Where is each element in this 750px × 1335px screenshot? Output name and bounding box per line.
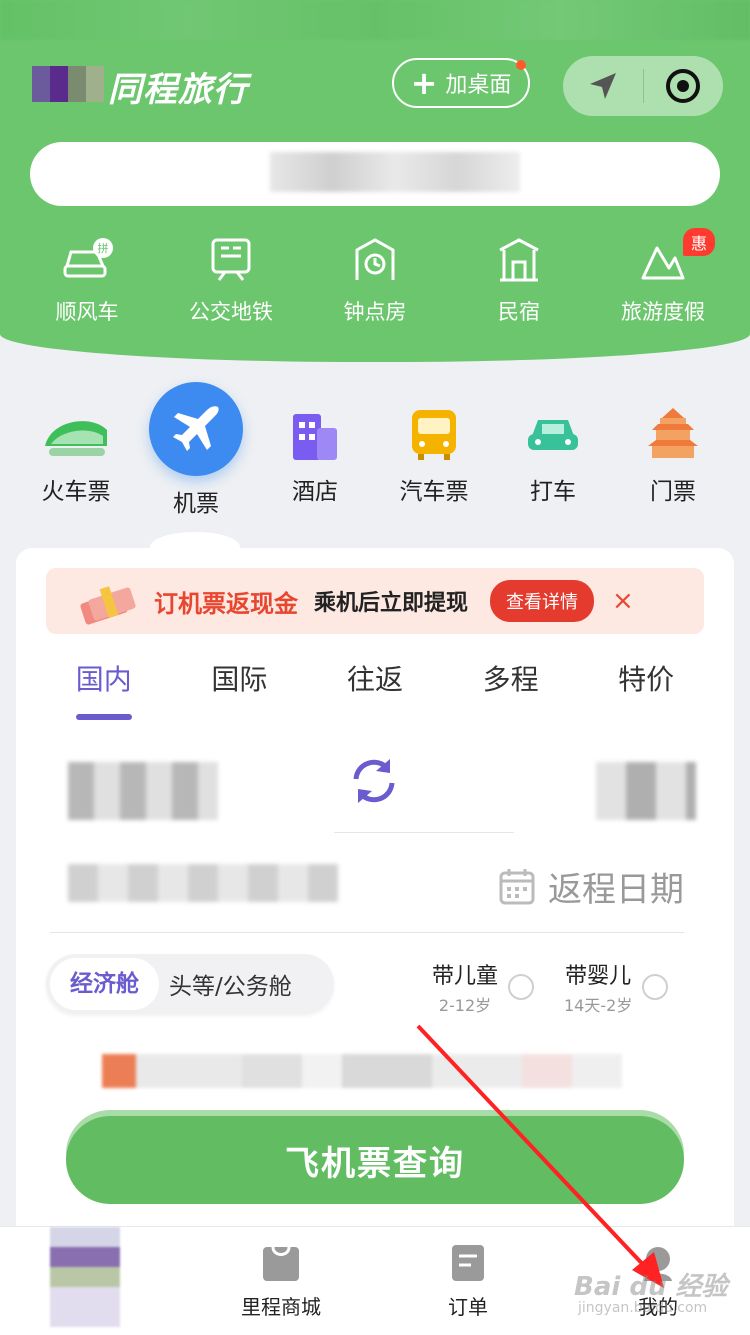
promo-title: 订机票返现金 <box>154 589 298 618</box>
nav-orders[interactable]: 订单 <box>408 1241 528 1320</box>
flight-search-button[interactable]: 飞机票查询 <box>66 1116 684 1204</box>
bus-metro-icon <box>211 238 251 281</box>
departure-date-field[interactable] <box>68 864 338 902</box>
carpool-icon: 拼 <box>63 238 113 278</box>
date-row: 返程日期 <box>16 848 734 928</box>
watermark-url: jingyan.baidu.com <box>578 1300 708 1316</box>
calendar-icon <box>499 868 535 904</box>
service-label: 民宿 <box>498 300 540 324</box>
location-arrow-icon <box>589 73 616 99</box>
infant-label: 带婴儿 <box>565 964 632 989</box>
flight-search-card: 订机票返现金 乘机后立即提现 查看详情 × 国内 国际 往返 多程 特价 返程日… <box>16 548 734 1308</box>
app-title: 同程旅行 <box>108 70 248 110</box>
search-bar[interactable] <box>30 142 720 206</box>
category-label: 汽车票 <box>399 479 469 505</box>
order-list-icon <box>452 1245 484 1281</box>
homestay-icon <box>499 238 539 282</box>
child-label: 带儿童 <box>432 964 499 989</box>
plus-icon: + <box>410 64 438 102</box>
cabin-economy[interactable]: 经济舱 <box>50 958 159 1010</box>
service-label: 旅游度假 <box>621 300 705 324</box>
status-bar <box>0 0 750 40</box>
vacation-icon <box>641 246 685 280</box>
target-circle-icon <box>666 69 701 103</box>
bus-icon <box>412 410 456 460</box>
service-vacation[interactable]: 惠 旅游度假 <box>591 228 735 326</box>
nav-label: 里程商城 <box>241 1295 321 1319</box>
promo-banner[interactable]: 订机票返现金 乘机后立即提现 查看详情 × <box>46 568 704 634</box>
service-bus-metro[interactable]: 公交地铁 <box>159 236 303 326</box>
return-date-field[interactable]: 返程日期 <box>498 862 684 911</box>
watermark-logo: Bai du 经验 <box>574 1272 728 1302</box>
flight-circle <box>149 382 243 476</box>
app-logo <box>32 66 104 102</box>
return-date-label: 返程日期 <box>548 870 684 910</box>
service-hourly-room[interactable]: 钟点房 <box>303 236 447 326</box>
home-tab-icon[interactable] <box>50 1227 120 1327</box>
infant-radio[interactable] <box>642 974 669 1000</box>
add-to-desktop-button[interactable]: + 加桌面 <box>392 58 530 108</box>
shopping-bag-icon <box>263 1246 299 1281</box>
mini-program-capsule <box>563 56 723 116</box>
category-bus[interactable]: 汽车票 <box>374 406 494 506</box>
trip-type-tabs: 国内 国际 往返 多程 特价 <box>16 658 734 720</box>
category-label: 打车 <box>530 479 576 505</box>
tab-domestic[interactable]: 国内 <box>75 658 132 720</box>
with-child-option[interactable]: 带儿童 2-12岁 <box>432 958 535 1016</box>
train-icon <box>45 421 107 456</box>
category-label: 酒店 <box>292 479 338 505</box>
hourly-room-icon <box>355 238 395 280</box>
view-details-button[interactable]: 查看详情 <box>490 580 595 622</box>
service-homestay[interactable]: 民宿 <box>447 236 591 326</box>
cabin-business[interactable]: 头等/公务舱 <box>159 967 302 1001</box>
nav-label: 订单 <box>448 1295 488 1319</box>
service-label: 顺风车 <box>55 300 119 324</box>
tab-special-price[interactable]: 特价 <box>618 658 674 698</box>
category-taxi[interactable]: 打车 <box>493 406 613 506</box>
departure-city-field[interactable] <box>68 762 218 820</box>
category-row: 火车票 机票 酒店 汽车票 打车 门票 <box>0 380 750 520</box>
with-infant-option[interactable]: 带婴儿 14天-2岁 <box>564 958 669 1016</box>
category-label: 门票 <box>650 479 696 505</box>
location-button[interactable] <box>563 69 643 103</box>
city-selector-row <box>16 748 734 838</box>
nav-mileage-mall[interactable]: 里程商城 <box>221 1241 341 1320</box>
blurred-hint-text <box>102 1054 622 1088</box>
category-train[interactable]: 火车票 <box>16 406 136 506</box>
category-hotel[interactable]: 酒店 <box>255 406 375 506</box>
tab-multi-city[interactable]: 多程 <box>483 658 539 698</box>
airplane-icon <box>173 406 219 451</box>
category-label: 火车票 <box>41 479 111 505</box>
child-age: 2-12岁 <box>438 996 492 1015</box>
tab-international[interactable]: 国际 <box>211 658 267 698</box>
cash-icon <box>80 581 140 625</box>
child-radio[interactable] <box>508 974 535 1000</box>
close-program-button[interactable] <box>644 67 724 105</box>
service-label: 公交地铁 <box>189 300 273 324</box>
swap-cities-icon[interactable] <box>346 753 402 809</box>
service-carpool[interactable]: 拼 顺风车 <box>15 236 159 326</box>
cabin-class-toggle: 经济舱 头等/公务舱 <box>46 954 334 1014</box>
arrival-city-field[interactable] <box>596 762 696 820</box>
close-icon[interactable]: × <box>612 586 634 616</box>
svg-text:拼: 拼 <box>98 241 109 255</box>
discount-badge: 惠 <box>682 228 715 256</box>
divider <box>50 932 684 933</box>
service-label: 钟点房 <box>343 300 407 324</box>
infant-age: 14天-2岁 <box>564 996 633 1015</box>
tab-round-trip[interactable]: 往返 <box>347 658 403 698</box>
promo-subtitle: 乘机后立即提现 <box>314 591 469 616</box>
hotel-building-icon <box>293 414 337 460</box>
divider <box>334 832 514 833</box>
search-placeholder-blurred <box>270 152 520 192</box>
category-label: 机票 <box>173 491 219 517</box>
category-ticket[interactable]: 门票 <box>613 406 733 506</box>
car-icon <box>528 420 578 450</box>
category-flight[interactable]: 机票 <box>136 382 256 518</box>
temple-icon <box>648 408 698 458</box>
notification-dot <box>516 60 526 70</box>
add-to-desktop-label: 加桌面 <box>445 73 512 98</box>
service-row: 拼 顺风车 公交地铁 钟点房 民宿 惠 旅游度假 <box>0 228 750 326</box>
